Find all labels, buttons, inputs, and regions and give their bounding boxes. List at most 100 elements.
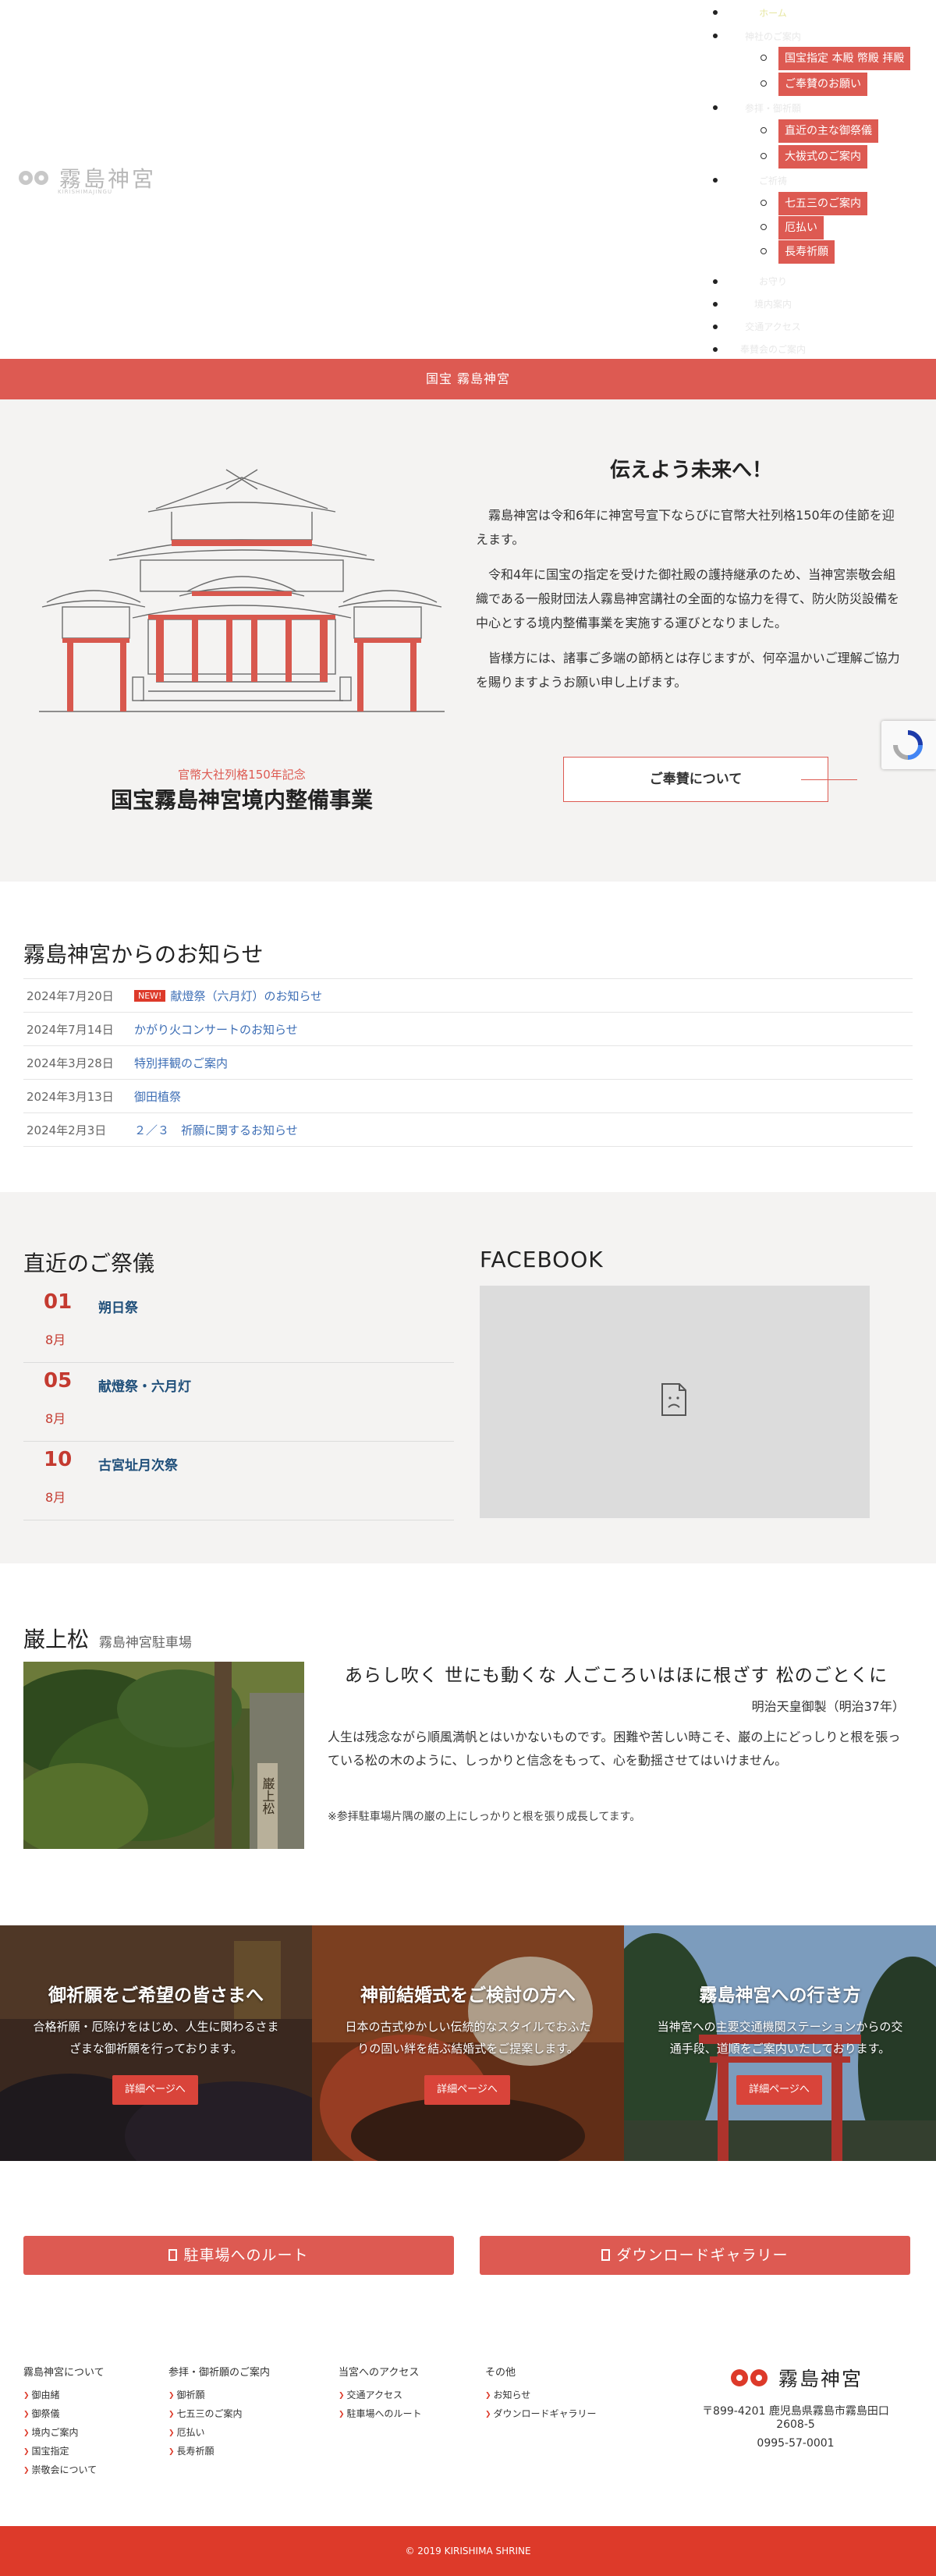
site-header: 霧島神宮 KIRISHIMAJINGU ホーム 神社のご案内 国宝指定 本殿 幣… xyxy=(0,0,936,359)
parking-route-label: 駐車場へのルート xyxy=(183,2247,309,2264)
footer-link[interactable]: 崇敬会について xyxy=(23,2461,105,2480)
event-day: 01 xyxy=(44,1290,73,1314)
footer-link[interactable]: 御祭儀 xyxy=(23,2405,105,2424)
footer-link[interactable]: 七五三のご案内 xyxy=(168,2405,270,2424)
footer-col-about: 霧島神宮について 御由緒 御祭儀 境内ご案内 国宝指定 崇敬会について xyxy=(23,2364,105,2480)
footer-col-worship: 参拝・御祈願のご案内 御祈願 七五三のご案内 厄払い 長寿祈願 xyxy=(168,2364,270,2461)
news-item: 2024年2月3日 ２／３ 祈願に関するお知らせ xyxy=(23,1112,913,1147)
nav-item-home[interactable]: ホーム xyxy=(714,6,831,20)
footer-col-title: 当宮へのアクセス xyxy=(339,2367,420,2379)
nav-item-prayer[interactable]: ご祈祷 xyxy=(714,174,831,187)
banner-prayer[interactable]: 御祈願をご希望の皆さまへ 合格祈願・厄除けをはじめ、人生に関わるさまざまな御祈願… xyxy=(0,1925,312,2161)
facebook-embed[interactable] xyxy=(480,1286,870,1518)
banner-wedding[interactable]: 神前結婚式をご検討の方へ 日本の古式ゆかしい伝統的なスタイルでおふたりの固い絆を… xyxy=(312,1925,624,2161)
news-link[interactable]: かがり火コンサートのお知らせ xyxy=(134,1021,298,1038)
banner-title: 霧島神宮への行き方 xyxy=(699,1985,861,2006)
pine-photo: 巌上松 xyxy=(23,1662,304,1849)
subnav-yakubarai[interactable]: 厄払い xyxy=(778,216,824,240)
banner-access[interactable]: 霧島神宮への行き方 当神宮への主要交通機関ステーションからの交通手段、道順をご案… xyxy=(624,1925,936,2161)
banner-detail-button[interactable]: 詳細ページへ xyxy=(736,2075,822,2105)
pine-poem: あらし吹く 世にも動くな 人ごころいはほに根ざす 松のごとくに xyxy=(344,1666,888,1686)
subnav-bullet xyxy=(760,200,767,206)
events-title: 直近のご祭儀 xyxy=(23,1251,155,1276)
footer-link[interactable]: 境内ご案内 xyxy=(23,2424,105,2443)
news-date: 2024年7月20日 xyxy=(27,988,114,1003)
footer-link[interactable]: ダウンロードギャラリー xyxy=(485,2405,597,2424)
nav-item-grounds[interactable]: 境内案内 xyxy=(714,297,831,310)
pine-author: 明治天皇御製（明治37年） xyxy=(751,1699,905,1714)
banner-text: 日本の古式ゆかしい伝統的なスタイルでおふたりの固い絆を結ぶ結婚式をご提案します。 xyxy=(345,2020,591,2056)
footer-col-access: 当宮へのアクセス 交通アクセス 駐車場へのルート xyxy=(339,2364,422,2424)
event-item: 10 8月 古宮址月次祭 xyxy=(23,1442,454,1520)
footer-link[interactable]: お知らせ xyxy=(485,2386,597,2405)
news-date: 2024年7月14日 xyxy=(27,1022,114,1037)
nav-item-supporters[interactable]: 奉賛会のご案内 xyxy=(714,342,831,356)
footer-link[interactable]: 御由緒 xyxy=(23,2386,105,2405)
pine-title-text: 巌上松 xyxy=(23,1627,90,1652)
events-section: 直近のご祭儀 01 8月 朔日祭 05 8月 献燈祭・六月灯 10 8月 古宮址… xyxy=(0,1192,936,1563)
banner-title: 神前結婚式をご検討の方へ xyxy=(360,1985,576,2006)
subnav-bullet xyxy=(760,127,767,133)
news-title: 霧島神宮からのお知らせ xyxy=(23,942,264,967)
hero-paragraph: 皆様方には、諸事ご多端の節柄とは存じますが、何卒温かいご理解ご協力を賜りますよう… xyxy=(476,651,900,690)
subnav-bullet xyxy=(760,55,767,61)
subnav-shichigosan[interactable]: 七五三のご案内 xyxy=(778,192,867,215)
footer-col-title: 霧島神宮について xyxy=(23,2367,105,2379)
footer-link[interactable]: 交通アクセス xyxy=(339,2386,422,2405)
nav-item-access[interactable]: 交通アクセス xyxy=(714,320,831,333)
footer-link[interactable]: 国宝指定 xyxy=(23,2443,105,2461)
subnav-recent-rituals[interactable]: 直近の主な御祭儀 xyxy=(778,119,878,143)
news-date: 2024年3月13日 xyxy=(27,1089,114,1104)
news-link[interactable]: 献燈祭（六月灯）のお知らせ xyxy=(170,988,322,1004)
chrysanthemum-logo-icon xyxy=(19,171,48,185)
subnav-longevity[interactable]: 長寿祈願 xyxy=(778,240,835,264)
footer-link[interactable]: 長寿祈願 xyxy=(168,2443,270,2461)
chrysanthemum-logo-icon xyxy=(730,2369,768,2386)
subnav-bullet xyxy=(760,224,767,230)
quick-links: 駐車場へのルート ダウンロードギャラリー xyxy=(0,2161,936,2364)
event-name[interactable]: 献燈祭・六月灯 xyxy=(98,1375,191,1395)
site-logo[interactable]: 霧島神宮 KIRISHIMAJINGU xyxy=(17,162,156,195)
recaptcha-icon xyxy=(893,730,923,760)
recaptcha-badge[interactable] xyxy=(881,721,936,769)
subnav-bullet xyxy=(760,153,767,159)
banner-text: 合格祈願・厄除けをはじめ、人生に関わるさまざまな御祈願を行っております。 xyxy=(33,2020,279,2056)
pine-photo-image: 巌上松 xyxy=(23,1662,304,1849)
event-day: 10 xyxy=(44,1448,73,1471)
logo-subtitle: KIRISHIMAJINGU xyxy=(58,189,113,195)
pine-title: 巌上松 霧島神宮駐車場 xyxy=(23,1623,192,1654)
banner-detail-button[interactable]: 詳細ページへ xyxy=(112,2075,198,2105)
copyright-bar: © 2019 KIRISHIMA SHRINE xyxy=(0,2526,936,2576)
footer-link[interactable]: 厄払い xyxy=(168,2424,270,2443)
nav-item-omamori[interactable]: お守り xyxy=(714,275,831,288)
nav-item-worship[interactable]: 参拝・御祈願 xyxy=(714,101,831,115)
facebook-title: FACEBOOK xyxy=(480,1247,604,1272)
news-link[interactable]: 御田植祭 xyxy=(134,1088,181,1105)
parking-route-button[interactable]: 駐車場へのルート xyxy=(23,2236,454,2275)
footer-brand: 霧島神宮 〒899-4201 鹿児島県霧島市霧島田口2608-5 0995-57… xyxy=(686,2364,905,2450)
footer-link[interactable]: 御祈願 xyxy=(168,2386,270,2405)
banner-detail-button[interactable]: 詳細ページへ xyxy=(424,2075,510,2105)
event-name[interactable]: 古宮址月次祭 xyxy=(98,1454,178,1474)
subnav-support-request[interactable]: ご奉賛のお願い xyxy=(778,73,867,96)
footer-phone[interactable]: 0995-57-0001 xyxy=(686,2437,905,2450)
hero-heading: 国宝霧島神宮境内整備事業 xyxy=(110,787,373,813)
download-gallery-label: ダウンロードギャラリー xyxy=(616,2247,789,2264)
support-info-button[interactable]: ご奉賛について xyxy=(563,757,857,802)
nav-item-about[interactable]: 神社のご案内 xyxy=(714,30,831,43)
subnav-bullet xyxy=(760,80,767,87)
banner-row: 御祈願をご希望の皆さまへ 合格祈願・厄除けをはじめ、人生に関わるさまざまな御祈願… xyxy=(0,1925,936,2161)
news-link[interactable]: ２／３ 祈願に関するお知らせ xyxy=(134,1122,298,1138)
event-name[interactable]: 朔日祭 xyxy=(98,1297,138,1316)
news-item: 2024年3月13日 御田植祭 xyxy=(23,1079,913,1112)
subnav-oharae[interactable]: 大祓式のご案内 xyxy=(778,145,867,169)
news-link[interactable]: 特別拝観のご案内 xyxy=(134,1055,228,1071)
footer-link[interactable]: 駐車場へのルート xyxy=(339,2405,422,2424)
download-gallery-button[interactable]: ダウンロードギャラリー xyxy=(480,2236,910,2275)
subnav-national-treasure[interactable]: 国宝指定 本殿 幣殿 拝殿 xyxy=(778,47,911,70)
hero-paragraph: 令和4年に国宝の指定を受けた御社殿の護持継承のため、当神宮崇敬会組織である一般財… xyxy=(476,567,900,630)
shrine-illustration xyxy=(39,469,445,712)
footer-col-title: その他 xyxy=(485,2367,516,2379)
document-icon xyxy=(168,2249,178,2261)
broken-document-icon xyxy=(661,1383,686,1416)
